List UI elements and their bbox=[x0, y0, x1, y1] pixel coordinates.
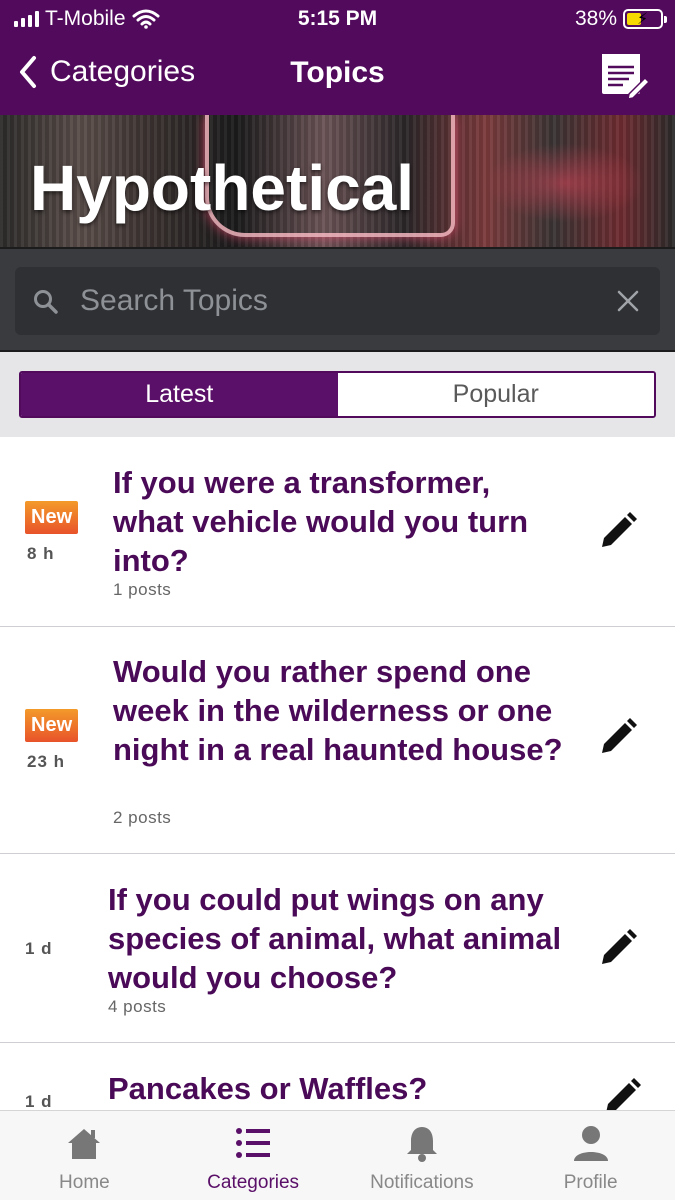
tab-categories[interactable]: Categories bbox=[169, 1111, 338, 1200]
tab-profile-label: Profile bbox=[563, 1172, 618, 1193]
new-badge: New bbox=[25, 709, 79, 742]
compose-topic-icon[interactable] bbox=[599, 50, 649, 100]
tab-notifications-label: Notifications bbox=[370, 1172, 474, 1193]
segment-popular[interactable]: Popular bbox=[337, 373, 654, 416]
search-area bbox=[0, 247, 675, 352]
battery-icon: ⚡ bbox=[623, 9, 667, 29]
pencil-icon[interactable] bbox=[598, 928, 638, 968]
topic-age: 23 h bbox=[27, 752, 66, 771]
bottom-tab-bar: Home Categories Notifications Profile bbox=[0, 1110, 675, 1200]
list-icon bbox=[236, 1128, 271, 1158]
clear-search-icon[interactable] bbox=[616, 289, 640, 313]
search-icon bbox=[34, 290, 58, 314]
sort-segmented-control: Latest Popular bbox=[19, 371, 656, 418]
tab-home-label: Home bbox=[59, 1172, 110, 1193]
topic-row[interactable]: New 8 h If you were a transformer, what … bbox=[0, 437, 675, 627]
pencil-icon[interactable] bbox=[598, 511, 638, 551]
topic-post-count: 1 posts bbox=[113, 580, 172, 599]
tab-profile[interactable]: Profile bbox=[506, 1111, 675, 1200]
topic-title[interactable]: If you could put wings on any species of… bbox=[108, 880, 578, 997]
topic-list: New 8 h If you were a transformer, what … bbox=[0, 437, 675, 1112]
navigation-bar: Categories Topics bbox=[0, 40, 675, 112]
home-icon bbox=[68, 1129, 101, 1159]
topic-post-count: 2 posts bbox=[113, 808, 172, 827]
tab-notifications[interactable]: Notifications bbox=[338, 1111, 507, 1200]
tab-home[interactable]: Home bbox=[0, 1111, 169, 1200]
topic-row[interactable]: 1 d If you could put wings on any specie… bbox=[0, 854, 675, 1043]
top-bar: T-Mobile 5:15 PM 38% ⚡ Categories Topics bbox=[0, 0, 675, 115]
pencil-icon[interactable] bbox=[598, 717, 638, 757]
topic-row[interactable]: 1 d Pancakes or Waffles? bbox=[0, 1043, 675, 1112]
pencil-icon[interactable] bbox=[602, 1077, 642, 1112]
search-box bbox=[15, 267, 660, 335]
topic-title[interactable]: If you were a transformer, what vehicle … bbox=[113, 463, 563, 580]
topic-title[interactable]: Would you rather spend one week in the w… bbox=[113, 652, 563, 769]
topic-title[interactable]: Pancakes or Waffles? bbox=[108, 1069, 578, 1108]
category-banner: Hypothetical bbox=[0, 115, 675, 247]
sort-segment-area: Latest Popular bbox=[0, 352, 675, 437]
status-time: 5:15 PM bbox=[297, 7, 378, 30]
topic-row[interactable]: New 23 h Would you rather spend one week… bbox=[0, 627, 675, 854]
bell-icon bbox=[406, 1127, 437, 1162]
battery-percent: 38% bbox=[574, 7, 617, 30]
topic-post-count: 4 posts bbox=[108, 997, 167, 1016]
category-title: Hypothetical bbox=[30, 152, 415, 224]
page-title: Topics bbox=[290, 56, 385, 89]
search-input[interactable] bbox=[80, 277, 600, 325]
status-right: 38% ⚡ bbox=[574, 7, 667, 31]
person-icon bbox=[573, 1126, 608, 1161]
tab-categories-label: Categories bbox=[207, 1172, 300, 1193]
status-bar: T-Mobile 5:15 PM 38% ⚡ bbox=[0, 0, 675, 38]
topic-age: 1 d bbox=[25, 1092, 53, 1111]
topic-age: 1 d bbox=[25, 939, 53, 958]
new-badge: New bbox=[25, 501, 79, 534]
segment-latest[interactable]: Latest bbox=[21, 373, 338, 416]
topic-age: 8 h bbox=[27, 544, 55, 563]
